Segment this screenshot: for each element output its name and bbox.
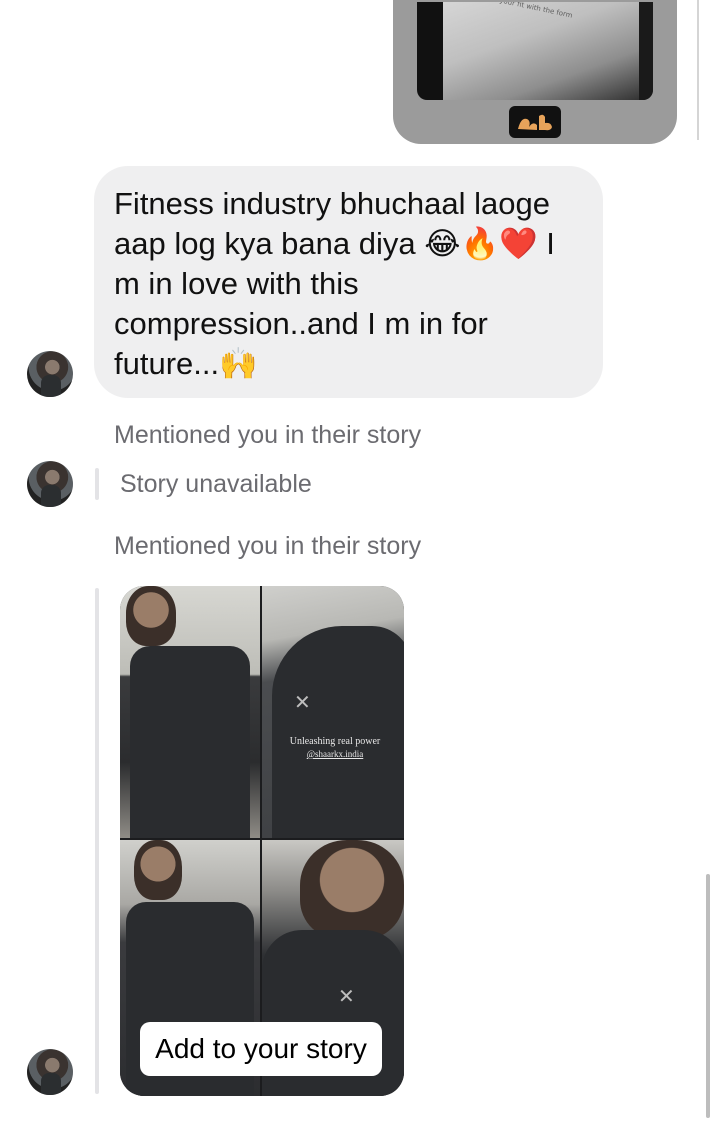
divider (697, 0, 699, 140)
mention-label: Mentioned you in their story (114, 421, 422, 449)
story-scribble-text: tries your fit with the form (481, 2, 574, 20)
avatar[interactable] (27, 351, 73, 397)
caption-handle: @shaarkx.india (306, 749, 364, 759)
story-caption: Unleashing real power @shaarkx.india (270, 736, 400, 760)
mention-label: Mentioned you in their story (114, 532, 422, 560)
add-to-story-button[interactable]: Add to your story (140, 1022, 382, 1076)
story-unavailable-text: Story unavailable (120, 470, 312, 498)
story-photo-1 (120, 586, 260, 838)
story-photo-2: ✕ (262, 586, 404, 838)
avatar[interactable] (27, 1049, 73, 1095)
avatar[interactable] (27, 461, 73, 507)
sent-story-bubble[interactable]: tries your fit with the form (393, 0, 677, 144)
caption-text: Unleashing real power (289, 736, 381, 747)
reply-quote-bar (95, 468, 99, 500)
received-message-bubble[interactable]: Fitness industry bhuchaal laoge aap log … (94, 166, 603, 398)
photo-shadow-left (417, 2, 443, 100)
message-text: Fitness industry bhuchaal laoge aap log … (114, 186, 555, 381)
story-card[interactable]: ✕ Unleashing real power @shaarkx.india ✕… (120, 586, 404, 1096)
flexed-arm-icon (509, 106, 561, 138)
reply-quote-bar (95, 588, 99, 1094)
sent-story-image[interactable]: tries your fit with the form (417, 2, 653, 100)
scrollbar[interactable] (706, 874, 710, 1118)
